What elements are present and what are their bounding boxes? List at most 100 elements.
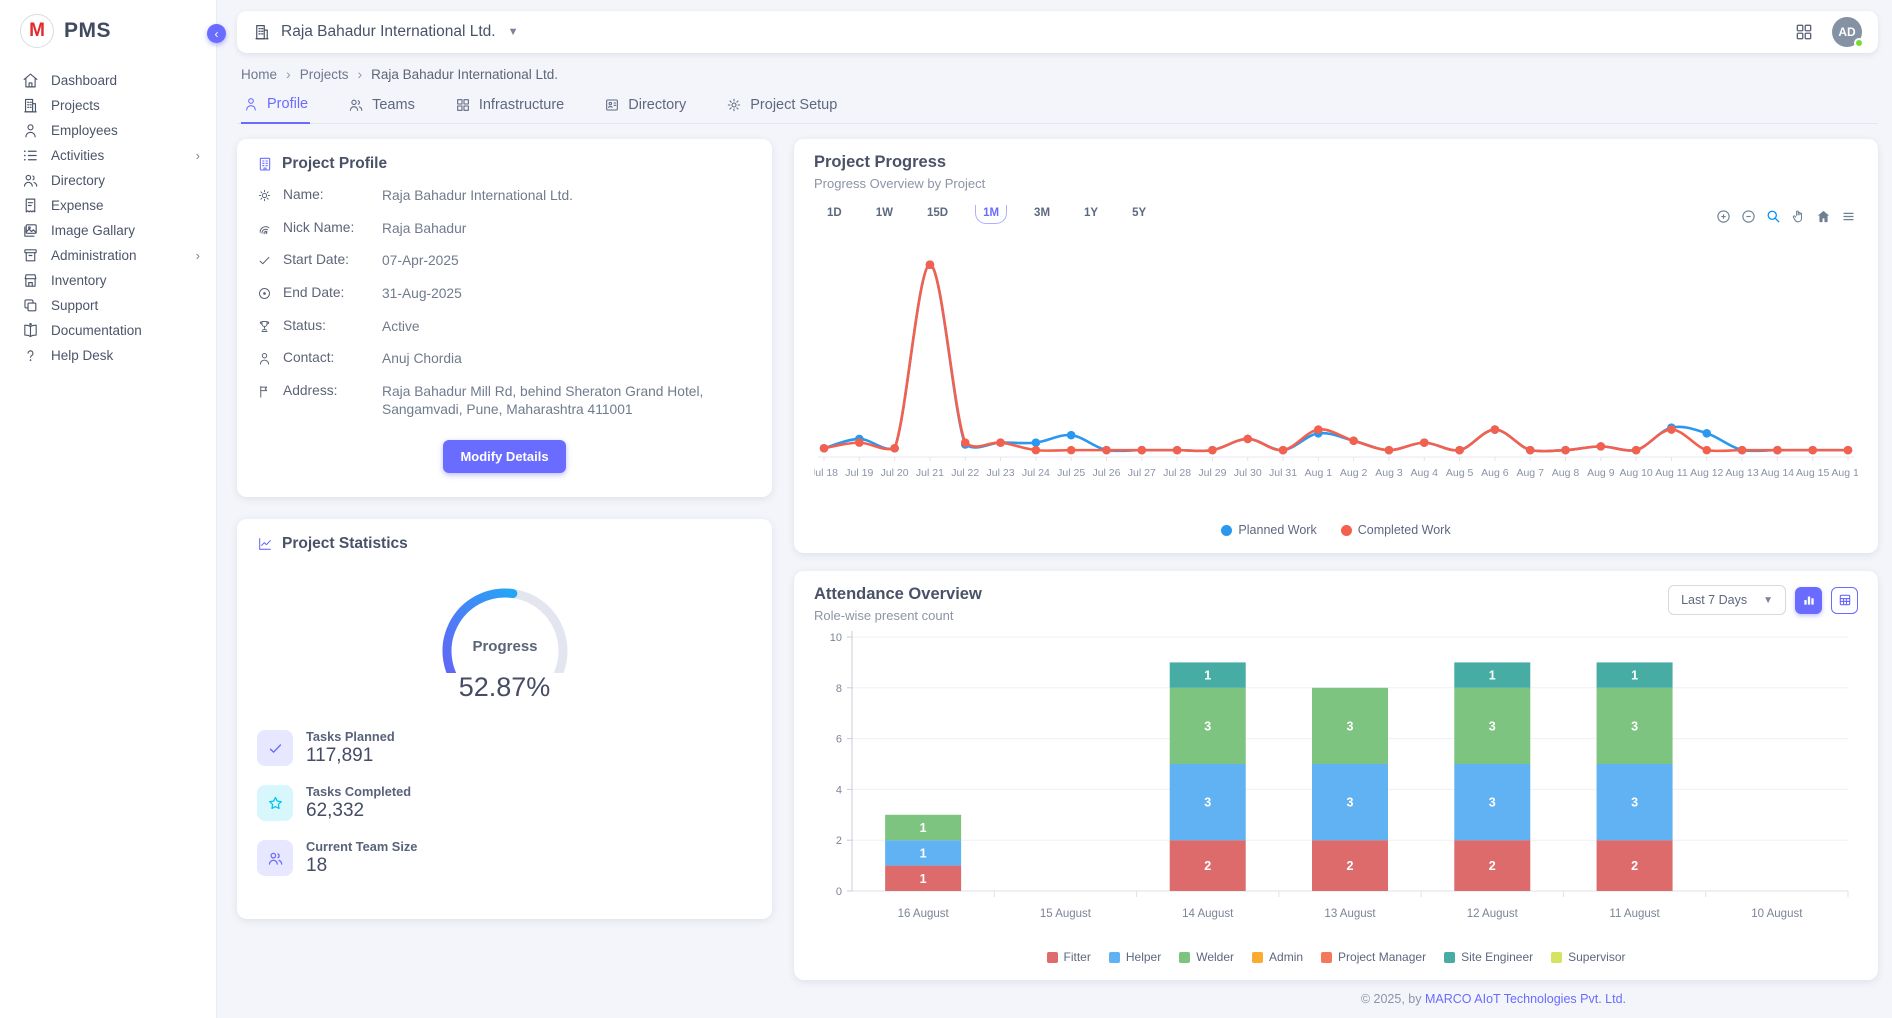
sidebar-item-projects[interactable]: Projects bbox=[0, 93, 216, 118]
attendance-overview-card: Attendance Overview Role-wise present co… bbox=[794, 571, 1878, 980]
legend-planned-work[interactable]: Planned Work bbox=[1221, 523, 1316, 537]
tab-project-setup[interactable]: Project Setup bbox=[724, 88, 839, 123]
tab-profile[interactable]: Profile bbox=[241, 88, 310, 124]
bar-chart-icon bbox=[1802, 593, 1816, 607]
breadcrumb-projects[interactable]: Projects bbox=[300, 67, 349, 82]
legend-swatch bbox=[1444, 952, 1455, 963]
top-header: Raja Bahadur International Ltd. ▼ AD bbox=[237, 11, 1878, 53]
range-5y[interactable]: 5Y bbox=[1125, 205, 1153, 224]
tab-teams[interactable]: Teams bbox=[346, 88, 417, 123]
table-view-button[interactable] bbox=[1831, 587, 1858, 614]
sidebar-collapse-button[interactable]: ‹ bbox=[207, 24, 226, 43]
sidebar-item-expense[interactable]: Expense bbox=[0, 193, 216, 218]
tab-directory[interactable]: Directory bbox=[602, 88, 688, 123]
legend-supervisor[interactable]: Supervisor bbox=[1551, 950, 1625, 964]
company-selector[interactable]: Raja Bahadur International Ltd. ▼ bbox=[253, 23, 518, 41]
main-content: Raja Bahadur International Ltd. ▼ AD Hom… bbox=[217, 0, 1892, 1018]
legend-completed-work[interactable]: Completed Work bbox=[1341, 523, 1451, 537]
legend-dot bbox=[1221, 525, 1232, 536]
svg-text:Aug 11: Aug 11 bbox=[1655, 467, 1688, 479]
image-icon bbox=[22, 222, 39, 239]
bar-chart-legend: Fitter Helper Welder Admin Project Manager Si… bbox=[814, 950, 1858, 966]
svg-text:3: 3 bbox=[1631, 719, 1638, 733]
time-range-selector: 1D 1W 15D 1M 3M 1Y 5Y bbox=[820, 205, 1858, 224]
chevron-right-icon: › bbox=[196, 149, 200, 162]
chart-toolbar bbox=[1716, 209, 1856, 224]
apps-grid-button[interactable] bbox=[1794, 22, 1814, 42]
svg-text:10: 10 bbox=[830, 632, 842, 644]
sidebar: M PMS Dashboard Projects Employees Activ… bbox=[0, 0, 217, 1018]
svg-text:1: 1 bbox=[1489, 669, 1496, 683]
sidebar-item-dashboard[interactable]: Dashboard bbox=[0, 68, 216, 93]
pan-icon[interactable] bbox=[1791, 209, 1806, 224]
svg-text:1: 1 bbox=[1631, 669, 1638, 683]
legend-admin[interactable]: Admin bbox=[1252, 950, 1303, 964]
legend-helper[interactable]: Helper bbox=[1109, 950, 1161, 964]
gauge-value: 52.87% bbox=[420, 672, 590, 703]
zoom-in-icon[interactable] bbox=[1716, 209, 1731, 224]
tab-infrastructure[interactable]: Infrastructure bbox=[453, 88, 566, 123]
modify-details-button[interactable]: Modify Details bbox=[443, 440, 565, 473]
sidebar-item-inventory[interactable]: Inventory bbox=[0, 268, 216, 293]
user-icon bbox=[243, 96, 259, 112]
svg-text:Aug 3: Aug 3 bbox=[1375, 467, 1403, 479]
bar-chart-view-button[interactable] bbox=[1795, 587, 1822, 614]
date-range-select[interactable]: Last 7 Days ▼ bbox=[1668, 585, 1786, 615]
svg-text:Aug 13: Aug 13 bbox=[1725, 467, 1758, 479]
svg-text:1: 1 bbox=[920, 821, 927, 835]
progress-gauge: Progress 52.87% bbox=[420, 569, 590, 703]
avatar[interactable]: AD bbox=[1832, 17, 1862, 47]
svg-text:4: 4 bbox=[836, 784, 842, 796]
footer-company-link[interactable]: MARCO AIoT Technologies Pvt. Ltd. bbox=[1425, 992, 1626, 1006]
building-icon bbox=[253, 23, 271, 41]
svg-text:Aug 4: Aug 4 bbox=[1411, 467, 1439, 479]
range-3m[interactable]: 3M bbox=[1027, 205, 1057, 224]
svg-text:6: 6 bbox=[836, 734, 842, 746]
card-title: Project Profile bbox=[282, 155, 387, 173]
sidebar-item-employees[interactable]: Employees bbox=[0, 118, 216, 143]
building-icon bbox=[257, 156, 273, 172]
menu-icon[interactable] bbox=[1841, 209, 1856, 224]
sidebar-item-image-gallery[interactable]: Image Gallary bbox=[0, 218, 216, 243]
online-status-dot bbox=[1854, 38, 1864, 48]
range-1w[interactable]: 1W bbox=[869, 205, 900, 224]
check-icon bbox=[257, 253, 272, 268]
range-1y[interactable]: 1Y bbox=[1077, 205, 1105, 224]
legend-welder[interactable]: Welder bbox=[1179, 950, 1234, 964]
sidebar-item-help-desk[interactable]: Help Desk bbox=[0, 343, 216, 368]
card-subtitle: Progress Overview by Project bbox=[814, 176, 1858, 191]
svg-text:12 August: 12 August bbox=[1467, 908, 1519, 920]
sidebar-item-documentation[interactable]: Documentation bbox=[0, 318, 216, 343]
legend-swatch bbox=[1109, 952, 1120, 963]
svg-text:0: 0 bbox=[836, 886, 842, 898]
svg-text:14 August: 14 August bbox=[1182, 908, 1234, 920]
project-statistics-card: Project Statistics Progress 52.87% bbox=[237, 519, 772, 919]
breadcrumb-home[interactable]: Home bbox=[241, 67, 277, 82]
app-logo[interactable]: M PMS bbox=[0, 0, 216, 60]
range-15d[interactable]: 15D bbox=[920, 205, 955, 224]
legend-project-manager[interactable]: Project Manager bbox=[1321, 950, 1426, 964]
id-card-icon bbox=[604, 97, 620, 113]
selection-zoom-icon[interactable] bbox=[1766, 209, 1781, 224]
range-1d[interactable]: 1D bbox=[820, 205, 849, 224]
attendance-bar-chart[interactable]: 024681016 August11115 August14 August233… bbox=[814, 623, 1858, 941]
zoom-out-icon[interactable] bbox=[1741, 209, 1756, 224]
reset-home-icon[interactable] bbox=[1816, 209, 1831, 224]
breadcrumb-current: Raja Bahadur International Ltd. bbox=[371, 67, 558, 82]
check-icon bbox=[267, 740, 284, 757]
line-chart-legend: Planned Work Completed Work bbox=[814, 523, 1858, 541]
sidebar-item-support[interactable]: Support bbox=[0, 293, 216, 318]
breadcrumb: Home › Projects › Raja Bahadur Internati… bbox=[241, 66, 1874, 82]
sidebar-item-directory[interactable]: Directory bbox=[0, 168, 216, 193]
range-1m[interactable]: 1M bbox=[975, 205, 1007, 224]
svg-text:Aug 12: Aug 12 bbox=[1690, 467, 1723, 479]
legend-swatch bbox=[1551, 952, 1562, 963]
sidebar-item-activities[interactable]: Activities › bbox=[0, 143, 216, 168]
legend-site-engineer[interactable]: Site Engineer bbox=[1444, 950, 1533, 964]
footer: © 2025, by MARCO AIoT Technologies Pvt. … bbox=[237, 980, 1878, 1016]
svg-text:Jul 23: Jul 23 bbox=[987, 467, 1015, 479]
project-progress-line-chart[interactable]: Jul 18Jul 19Jul 20Jul 21Jul 22Jul 23Jul … bbox=[814, 224, 1858, 516]
sidebar-item-administration[interactable]: Administration › bbox=[0, 243, 216, 268]
signal-icon bbox=[257, 221, 272, 236]
legend-fitter[interactable]: Fitter bbox=[1047, 950, 1091, 964]
